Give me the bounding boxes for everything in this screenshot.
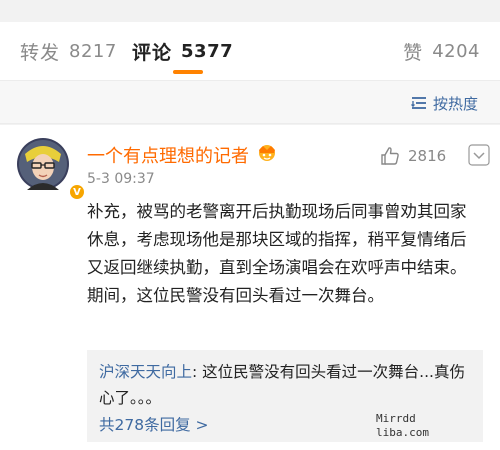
tab-repost-label: 转发 (20, 41, 61, 64)
tab-repost-count: 8217 (69, 40, 117, 62)
tab-like-count: 4204 (432, 40, 480, 62)
verified-badge: V (68, 183, 86, 201)
view-replies-link[interactable]: 共278条回复 > (99, 413, 209, 435)
thumbs-up-icon (381, 147, 399, 165)
comment-card: V 一个有点理想的记者 5-3 09:37 2816 补充，被骂的老警离开后执勤… (0, 125, 500, 450)
sort-bar: 按热度 (0, 80, 500, 124)
user-name[interactable]: 一个有点理想的记者 (87, 142, 249, 168)
comment-body: 补充，被骂的老警离开后执勤现场后同事曾劝其回家休息，考虑现场他是那块区域的指挥，… (87, 202, 467, 305)
sort-lines-icon (410, 97, 426, 109)
top-strip (0, 0, 500, 22)
reply-text: 沪深天天向上: 这位民警没有回头看过一次舞台...真伤心了。。。 (99, 359, 475, 411)
watermark-line1: Mirrdd (376, 412, 416, 425)
reply-author[interactable]: 沪深天天向上 (99, 363, 192, 381)
tab-like[interactable]: 赞 4204 (403, 22, 480, 80)
tab-comment-label: 评论 (132, 41, 173, 64)
watermark-line2: liba.com (376, 426, 429, 439)
tab-repost[interactable]: 转发 8217 (20, 22, 117, 80)
active-tab-indicator (173, 70, 203, 74)
tabs-bar: 转发 8217 评论 5377 赞 4204 (0, 22, 500, 80)
sort-by-hot-button[interactable]: 按热度 (410, 81, 478, 125)
watermark: Mirrdd liba.com (376, 412, 429, 440)
avatar[interactable]: V (17, 138, 86, 201)
post-time: 5-3 09:37 (87, 171, 155, 187)
chevron-down-icon[interactable] (468, 144, 490, 166)
avatar-image (17, 138, 69, 190)
crown-icon (259, 145, 275, 161)
like-button[interactable]: 2816 (380, 144, 446, 168)
tab-like-label: 赞 (403, 41, 424, 64)
sort-label: 按热度 (432, 94, 478, 113)
like-count: 2816 (408, 147, 447, 165)
tab-comment-count: 5377 (181, 40, 234, 62)
